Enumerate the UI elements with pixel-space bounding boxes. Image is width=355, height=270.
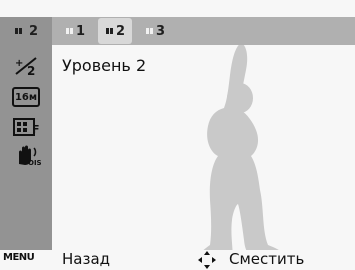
move-hint-label: Сместить: [229, 250, 305, 268]
option-label: 1: [75, 23, 85, 39]
option-label: 3: [155, 23, 165, 39]
option-level-1[interactable]: 1: [58, 18, 92, 44]
current-option-number: 2: [28, 23, 38, 39]
svg-text:+: +: [15, 58, 23, 69]
person-silhouette-image: [199, 43, 286, 258]
option-bars-icon: [65, 28, 73, 34]
option-level-3[interactable]: 3: [138, 18, 172, 44]
ois-stabilizer-icon[interactable]: OIS: [10, 145, 42, 167]
quality-fine-icon[interactable]: F: [10, 117, 42, 139]
top-option-bar: 2 1 2 3: [0, 17, 355, 45]
camera-screen: 2 1 2 3 + 2 16м F OIS Уровень 2 MENU Наз…: [0, 0, 355, 270]
option-label: 2: [115, 23, 125, 39]
dpad-move-icon: [198, 251, 216, 269]
current-option-icon: [14, 28, 22, 34]
ev-compensation-icon[interactable]: + 2: [10, 55, 42, 77]
svg-text:2: 2: [27, 64, 35, 77]
option-bars-icon: [145, 28, 153, 34]
left-menu-column: + 2 16м F OIS: [0, 45, 52, 250]
menu-key-label: MENU: [3, 252, 35, 263]
resolution-16m-icon[interactable]: 16м: [10, 86, 42, 108]
quality-text: F: [32, 123, 40, 136]
back-hint-label: Назад: [62, 250, 111, 268]
ois-text: OIS: [28, 159, 42, 167]
ev-compensation-icon-graphic: + 2: [15, 57, 37, 77]
option-level-2[interactable]: 2: [98, 18, 132, 44]
option-bars-icon: [105, 28, 113, 34]
setting-value-label: Уровень 2: [62, 56, 147, 75]
resolution-text: 16м: [14, 91, 38, 103]
option-selector: 1 2 3: [52, 17, 355, 45]
current-option-indicator: 2: [0, 17, 52, 45]
